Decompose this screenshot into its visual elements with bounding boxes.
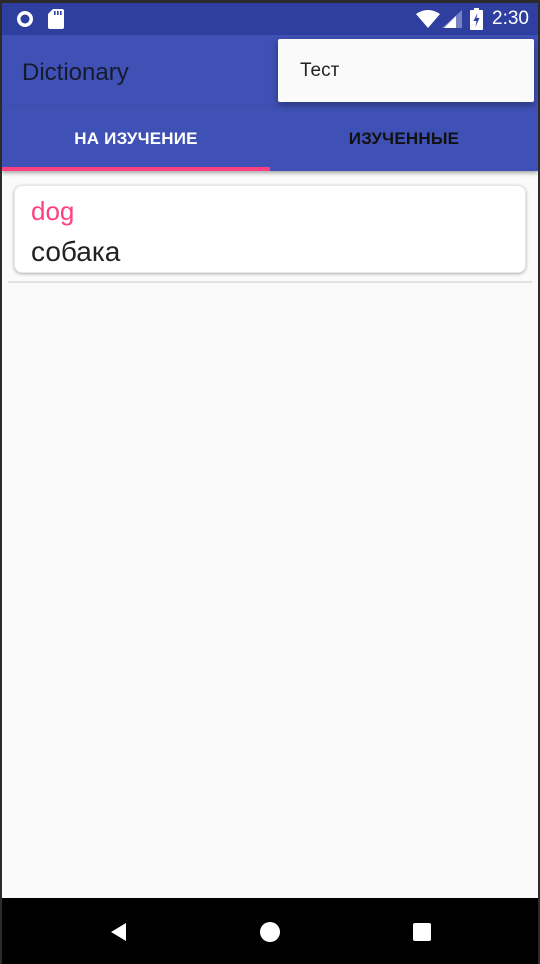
back-icon[interactable] (108, 921, 130, 943)
sd-card-icon (48, 9, 64, 29)
word-text: dog (31, 196, 75, 226)
app-title: Dictionary (22, 59, 129, 86)
word-card[interactable]: dog собака (14, 185, 526, 273)
circle-notification-icon (17, 11, 33, 27)
recents-icon[interactable] (412, 922, 432, 942)
app-screen: 2:30 Dictionary НА ИЗУЧЕНИЕ ИЗУЧЕННЫЕ Те… (2, 3, 538, 964)
tab-bar: НА ИЗУЧЕНИЕ ИЗУЧЕННЫЕ (2, 107, 538, 171)
word-translation: собака (31, 236, 121, 267)
wifi-icon (416, 10, 440, 28)
cell-signal-icon (442, 10, 462, 28)
tab-learning[interactable]: НА ИЗУЧЕНИЕ (2, 107, 270, 171)
status-bar: 2:30 (2, 3, 538, 35)
status-time: 2:30 (492, 8, 529, 29)
tab-learned-label: ИЗУЧЕННЫЕ (348, 129, 460, 148)
menu-item-test[interactable]: Тест (300, 39, 339, 102)
tab-learned[interactable]: ИЗУЧЕННЫЕ (270, 107, 538, 171)
word-list: dog собака (2, 171, 538, 899)
overflow-popup-menu: Тест (278, 39, 534, 102)
list-divider (8, 281, 532, 283)
tab-learning-label: НА ИЗУЧЕНИЕ (74, 129, 198, 148)
menu-item-test-label: Тест (300, 60, 340, 81)
home-icon[interactable] (259, 921, 281, 943)
navigation-bar (2, 898, 538, 964)
battery-charging-icon (470, 8, 483, 30)
